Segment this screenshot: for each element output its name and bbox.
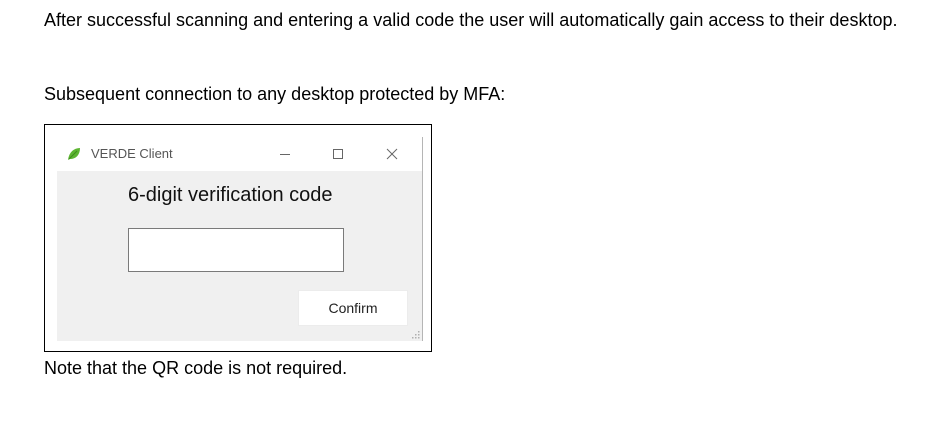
maximize-icon <box>333 149 343 159</box>
confirm-button[interactable]: Confirm <box>298 290 408 326</box>
dialog-content: 6-digit verification code Confirm <box>57 171 422 341</box>
verification-code-input[interactable] <box>128 228 344 272</box>
close-icon <box>386 148 398 160</box>
verification-heading: 6-digit verification code <box>128 184 333 206</box>
minimize-button[interactable] <box>272 141 298 167</box>
paragraph-access-info: After successful scanning and entering a… <box>44 10 898 30</box>
screenshot-frame: VERDE Client 6-digit verification code C… <box>44 124 432 352</box>
minimize-icon <box>280 154 290 155</box>
resize-grip-icon[interactable] <box>410 329 420 339</box>
maximize-button[interactable] <box>325 141 351 167</box>
paragraph-qr-note: Note that the QR code is not required. <box>44 358 348 378</box>
close-button[interactable] <box>379 141 405 167</box>
green-leaf-icon <box>68 148 80 160</box>
title-bar[interactable]: VERDE Client <box>57 137 422 171</box>
paragraph-subsequent-connection: Subsequent connection to any desktop pro… <box>44 84 506 104</box>
verde-client-window: VERDE Client 6-digit verification code C… <box>57 137 423 341</box>
window-title: VERDE Client <box>91 146 173 161</box>
